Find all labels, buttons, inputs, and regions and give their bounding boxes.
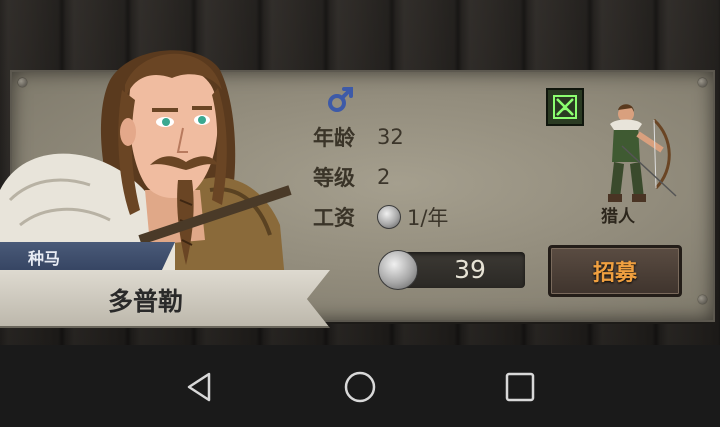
class-icon[interactable] bbox=[546, 88, 584, 126]
home-icon[interactable] bbox=[343, 370, 377, 404]
character-name: 多普勒 bbox=[108, 287, 184, 316]
trait-label: 种马 bbox=[28, 249, 61, 268]
wage-label: 工资 bbox=[313, 206, 355, 230]
class-name: 猎人 bbox=[601, 207, 635, 227]
wage-value: 1/年 bbox=[407, 206, 449, 230]
level-label: 等级 bbox=[313, 166, 355, 190]
recruit-cost: 39 bbox=[454, 255, 486, 284]
age-row: 年龄 32 bbox=[313, 122, 404, 152]
silver-coin-icon bbox=[377, 205, 401, 229]
wage-row: 工资 1/年 bbox=[313, 202, 448, 232]
navigation-bar bbox=[0, 345, 720, 427]
level-row: 等级 2 bbox=[313, 162, 390, 192]
silver-coin-icon bbox=[378, 250, 418, 290]
level-value: 2 bbox=[377, 165, 391, 189]
rivet bbox=[698, 295, 707, 304]
back-icon[interactable] bbox=[183, 370, 217, 404]
age-value: 32 bbox=[377, 125, 404, 149]
trait-ribbon: 种马 bbox=[0, 242, 175, 272]
rivet bbox=[698, 78, 707, 87]
recents-icon[interactable] bbox=[503, 370, 537, 404]
recruit-button[interactable]: 招募 bbox=[548, 245, 682, 297]
male-symbol-icon bbox=[328, 87, 353, 112]
age-label: 年龄 bbox=[313, 126, 355, 150]
crossed-bow-icon bbox=[553, 95, 577, 119]
hunter-figure bbox=[608, 104, 677, 202]
